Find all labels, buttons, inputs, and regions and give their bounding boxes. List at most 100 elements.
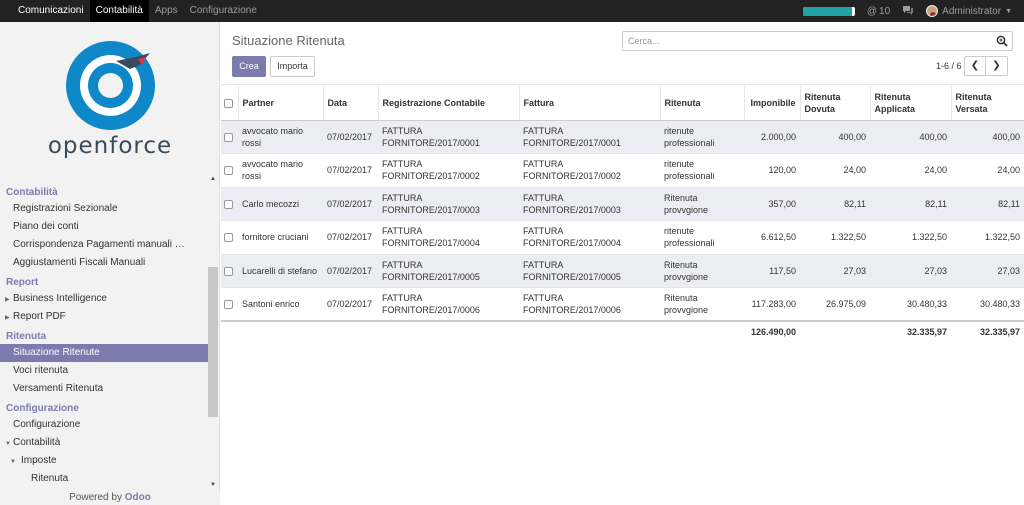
column-header-ritenuta-dovuta[interactable]: Ritenuta Dovuta bbox=[800, 86, 871, 121]
cell-applicata: 27,03 bbox=[870, 253, 951, 288]
cell-registrazione: FATTURA FORNITORE/2017/0005 bbox=[378, 253, 519, 288]
cell-versata: 30.480,33 bbox=[951, 287, 1024, 321]
pager-value[interactable]: 1-6 / 6 bbox=[936, 61, 962, 71]
logo-bird-icon bbox=[116, 53, 150, 69]
cell-dovuta: 82,11 bbox=[800, 186, 870, 221]
row-checkbox[interactable] bbox=[224, 300, 233, 310]
sidebar-item-business-intelligence[interactable]: ▶ Business Intelligence bbox=[0, 290, 208, 308]
cell-data: 07/02/2017 bbox=[323, 186, 378, 221]
column-header-ritenuta[interactable]: Ritenuta bbox=[660, 86, 745, 121]
chevron-left-icon: ❮ bbox=[970, 60, 980, 71]
sidebar-scrollbar[interactable] bbox=[208, 267, 218, 417]
sidebar-item-configurazione[interactable]: Configurazione bbox=[0, 416, 208, 434]
import-button[interactable]: Importa bbox=[270, 56, 315, 77]
footer-empty-cell bbox=[519, 320, 660, 341]
main-content: Situazione Ritenuta Crea Importa 1-6 / 6… bbox=[221, 22, 1024, 505]
column-header-data[interactable]: Data bbox=[323, 86, 379, 121]
total-imponibile: 126.490,00 bbox=[744, 320, 800, 341]
row-checkbox[interactable] bbox=[224, 233, 233, 243]
cell-data: 07/02/2017 bbox=[323, 153, 378, 187]
sidebar-item-report-pdf[interactable]: ▶ Report PDF bbox=[0, 308, 208, 326]
logo-mark bbox=[66, 41, 155, 130]
sidebar-item-label: Contabilità bbox=[13, 437, 61, 448]
table-row[interactable]: Carlo mecozzi 07/02/2017 FATTURA FORNITORE… bbox=[221, 186, 1024, 221]
row-checkbox[interactable] bbox=[224, 199, 233, 209]
sidebar-item-label: Imposte bbox=[21, 455, 57, 466]
cell-imponibile: 357,00 bbox=[744, 186, 800, 221]
sidebar-item-registrazioni-sezionale[interactable]: Registrazioni Sezionale bbox=[0, 200, 208, 218]
table-row[interactable]: avvocato mario rossi 07/02/2017 FATTURA FO… bbox=[221, 153, 1024, 187]
sidebar-item-label: Business Intelligence bbox=[13, 293, 107, 304]
footer-empty-cell bbox=[238, 320, 323, 341]
table-row[interactable]: Lucarelli di stefano 07/02/2017 FATTURA FO… bbox=[221, 253, 1024, 288]
column-header-registrazione[interactable]: Registrazione Contabile bbox=[378, 86, 520, 121]
row-checkbox[interactable] bbox=[224, 132, 233, 142]
total-applicata: 32.335,97 bbox=[870, 320, 951, 341]
mentions-count: 10 bbox=[879, 5, 891, 17]
row-checkbox[interactable] bbox=[224, 266, 233, 276]
cell-fattura: FATTURA FORNITORE/2017/0004 bbox=[519, 220, 660, 254]
pager-previous-button[interactable]: ❮ bbox=[964, 56, 986, 76]
top-menu-contabilita[interactable]: Contabilità bbox=[89, 0, 149, 22]
column-header-partner[interactable]: Partner bbox=[238, 86, 324, 121]
create-button[interactable]: Crea bbox=[232, 56, 266, 77]
top-menu-apps[interactable]: Apps bbox=[149, 0, 184, 22]
cell-data: 07/02/2017 bbox=[323, 220, 378, 254]
search-icon[interactable] bbox=[996, 35, 1008, 47]
search-input[interactable] bbox=[623, 32, 983, 50]
progress-fill bbox=[802, 6, 853, 16]
sidebar-item-voci-ritenuta[interactable]: Voci ritenuta bbox=[0, 362, 208, 380]
pager-buttons: ❮ ❯ bbox=[964, 56, 1008, 76]
sidebar-item-imposte[interactable]: ▼ Imposte bbox=[0, 452, 208, 470]
row-select-cell bbox=[221, 186, 238, 221]
sidebar-menu: Contabilità Registrazioni Sezionale Pian… bbox=[0, 182, 208, 488]
progress-bar[interactable] bbox=[802, 6, 855, 16]
mentions-button[interactable]: @ 10 bbox=[867, 6, 890, 17]
cell-ritenuta: Ritenuta provvgione bbox=[660, 186, 744, 221]
at-icon: @ bbox=[866, 5, 878, 17]
scroll-down-icon[interactable]: ▼ bbox=[210, 482, 216, 488]
table-header-row: Partner Data Registrazione Contabile Fat… bbox=[221, 86, 1024, 121]
cell-registrazione: FATTURA FORNITORE/2017/0002 bbox=[378, 153, 519, 187]
cell-versata: 24,00 bbox=[951, 153, 1024, 187]
pager-next-button[interactable]: ❯ bbox=[986, 56, 1008, 76]
column-header-ritenuta-applicata[interactable]: Ritenuta Applicata bbox=[870, 86, 952, 121]
cell-versata: 1.322,50 bbox=[951, 220, 1024, 254]
sidebar-item-aggiustamenti-fiscali[interactable]: Aggiustamenti Fiscali Manuali bbox=[0, 254, 208, 272]
select-all-checkbox[interactable] bbox=[224, 98, 233, 108]
row-checkbox[interactable] bbox=[224, 166, 233, 176]
sidebar-item-versamenti-ritenuta[interactable]: Versamenti Ritenuta bbox=[0, 380, 208, 398]
cell-partner: avvocato mario rossi bbox=[238, 119, 323, 154]
table-row[interactable]: fornitore cruciani 07/02/2017 FATTURA FORN… bbox=[221, 220, 1024, 254]
top-menu: Comunicazioni Contabilità Apps Configura… bbox=[0, 0, 263, 22]
cell-data: 07/02/2017 bbox=[323, 253, 378, 288]
sidebar-item-piano-dei-conti[interactable]: Piano dei conti bbox=[0, 218, 208, 236]
cell-ritenuta: Ritenuta provvgione bbox=[660, 287, 744, 321]
column-header-fattura[interactable]: Fattura bbox=[519, 86, 661, 121]
sidebar-item-contabilita-config[interactable]: ▼ Contabilità bbox=[0, 434, 208, 452]
chevron-right-icon: ❯ bbox=[992, 60, 1001, 71]
odoo-link[interactable]: Odoo bbox=[125, 492, 151, 503]
sidebar-section-configurazione: Configurazione bbox=[6, 403, 79, 414]
column-header-ritenuta-versata[interactable]: Ritenuta Versata bbox=[951, 86, 1024, 121]
sidebar-item-ritenuta-config[interactable]: Ritenuta bbox=[0, 470, 208, 488]
table-row[interactable]: Santoni enrico 07/02/2017 FATTURA FORNITOR… bbox=[221, 287, 1024, 321]
cell-imponibile: 117.283,00 bbox=[744, 287, 800, 321]
powered-by-label: Powered by bbox=[69, 492, 122, 503]
cell-registrazione: FATTURA FORNITORE/2017/0003 bbox=[378, 186, 519, 221]
sidebar-item-corrispondenza-pagamenti[interactable]: Corrispondenza Pagamenti manuali … bbox=[0, 236, 208, 254]
top-navbar: Comunicazioni Contabilità Apps Configura… bbox=[0, 0, 1024, 22]
column-header-imponibile[interactable]: Imponibile bbox=[744, 86, 801, 121]
user-menu[interactable]: Administrator ▼ bbox=[926, 5, 1012, 17]
chat-icon[interactable] bbox=[902, 5, 914, 18]
cell-registrazione: FATTURA FORNITORE/2017/0001 bbox=[378, 119, 519, 154]
top-menu-comunicazioni[interactable]: Comunicazioni bbox=[12, 0, 90, 22]
table-row[interactable]: avvocato mario rossi 07/02/2017 FATTURA FO… bbox=[221, 119, 1024, 154]
control-panel: Situazione Ritenuta Crea Importa 1-6 / 6… bbox=[221, 22, 1024, 85]
cell-data: 07/02/2017 bbox=[323, 287, 378, 321]
cell-fattura: FATTURA FORNITORE/2017/0005 bbox=[519, 253, 660, 288]
scroll-up-icon[interactable]: ▲ bbox=[210, 176, 216, 182]
cell-applicata: 400,00 bbox=[870, 119, 951, 154]
sidebar-item-situazione-ritenute[interactable]: Situazione Ritenute bbox=[0, 344, 208, 362]
top-menu-configurazione[interactable]: Configurazione bbox=[184, 0, 263, 22]
